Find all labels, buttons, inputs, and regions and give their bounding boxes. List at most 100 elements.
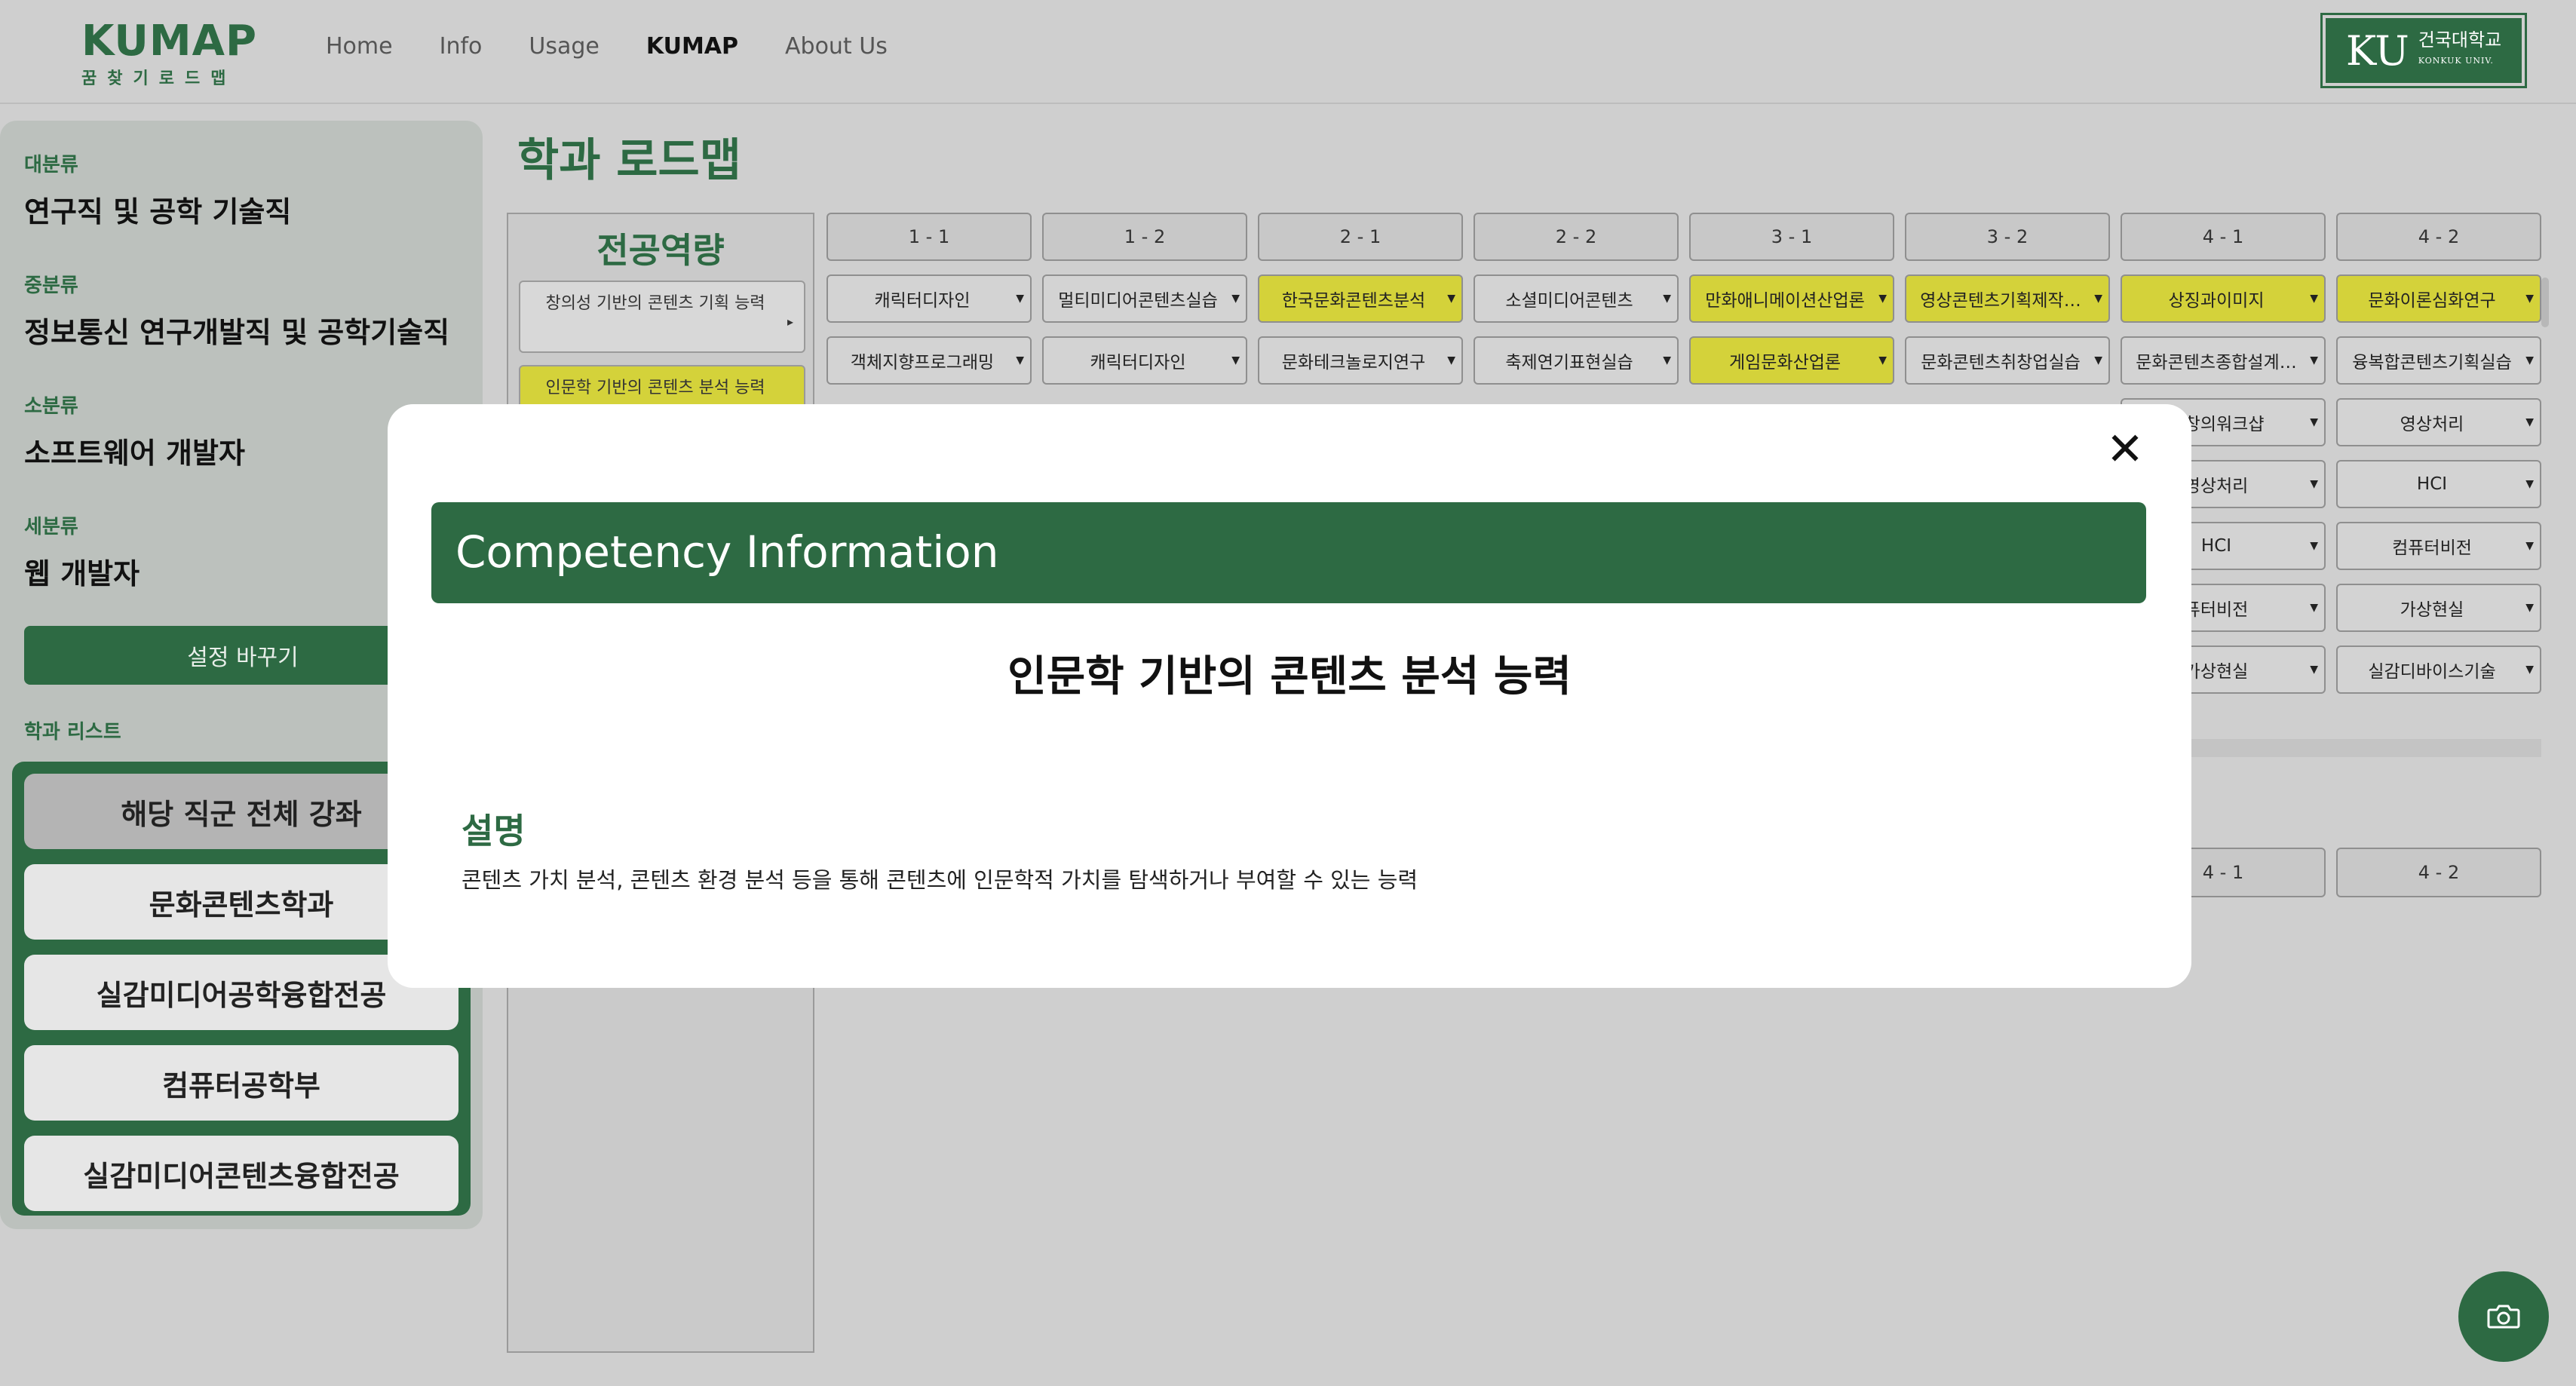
course-dropdown[interactable]: 실감디바이스기술 ▼ (2336, 645, 2541, 694)
caret-down-icon: ▼ (2310, 664, 2318, 676)
caret-down-icon: ▼ (2525, 354, 2534, 366)
top-header: KUMAP 꿈찾기로드맵 Home Info Usage KUMAP About… (0, 0, 2576, 104)
kumap-logo[interactable]: KUMAP (81, 17, 257, 66)
course-dropdown[interactable]: 게임문화산업론 ▼ (1689, 336, 1894, 385)
course-dropdown[interactable]: 캐릭터디자인 ▼ (1042, 336, 1247, 385)
caret-down-icon: ▼ (2094, 354, 2102, 366)
konkuk-university-logo[interactable]: KU 건국대학교 KONKUK UNIV. (2320, 13, 2527, 88)
course-name: 상징과이미지 (2168, 291, 2265, 311)
course-name: 영상처리 (2184, 477, 2249, 496)
course-dropdown[interactable]: 융복합콘텐츠기획실습 ▼ (2336, 336, 2541, 385)
course-name: 실감디바이스기술 (2368, 662, 2496, 682)
course-name: 만화애니메이션산업론 (1705, 291, 1865, 311)
course-name: 객체지향프로그래밍 (850, 353, 995, 373)
caret-down-icon: ▼ (1447, 293, 1455, 305)
caret-down-icon: ▼ (2310, 416, 2318, 428)
description-text: 콘텐츠 가치 분석, 콘텐츠 환경 분석 등을 통해 콘텐츠에 인문학적 가치를… (462, 867, 1418, 893)
nav-about-us[interactable]: About Us (785, 33, 888, 60)
course-dropdown[interactable]: 객체지향프로그래밍 ▼ (826, 336, 1032, 385)
semester-header: 1 - 2 (1042, 213, 1247, 261)
page-title: 학과 로드맵 (517, 134, 741, 187)
dept-computer-science[interactable]: 컴퓨터공학부 (24, 1045, 458, 1121)
middle-category-value: 정보통신 연구개발직 및 공학기술직 (24, 316, 450, 349)
semester-header: 2 - 1 (1258, 213, 1463, 261)
course-name: 캐릭터디자인 (874, 291, 971, 311)
caret-down-icon: ▼ (2310, 293, 2318, 305)
course-dropdown[interactable]: 캐릭터디자인 ▼ (826, 274, 1032, 323)
caret-down-icon: ▼ (2310, 354, 2318, 366)
minor-category-label: 소분류 (24, 395, 78, 418)
competency-header: 전공역량 (596, 230, 725, 271)
nav-usage[interactable]: Usage (529, 33, 599, 60)
competency-title: 인문학 기반의 콘텐츠 분석 능력 (1007, 652, 1572, 701)
course-dropdown[interactable]: 한국문화콘텐츠분석 ▼ (1258, 274, 1463, 323)
course-dropdown[interactable]: 영상콘텐츠기획제작… ▼ (1905, 274, 2110, 323)
modal-header-bar: Competency Information (431, 502, 2146, 603)
major-category-label: 대분류 (24, 154, 78, 176)
caret-down-icon: ▼ (2525, 540, 2534, 552)
course-name: 게임문화산업론 (1728, 353, 1842, 373)
course-dropdown[interactable]: 문화콘텐츠종합설계… ▼ (2121, 336, 2326, 385)
dept-immersive-media-contents[interactable]: 실감미디어콘텐츠융합전공 (24, 1136, 458, 1211)
competency-item[interactable]: 창의성 기반의 콘텐츠 기획 능력 ▸ (519, 281, 805, 353)
course-name: 문화테크놀로지연구 (1281, 353, 1426, 373)
course-dropdown[interactable]: 축제연기표현실습 ▼ (1474, 336, 1679, 385)
caret-down-icon: ▼ (1878, 354, 1887, 366)
course-name: 문화콘텐츠취창업실습 (1921, 353, 2081, 373)
semester-header: 4 - 2 (2336, 213, 2541, 261)
caret-down-icon: ▼ (2310, 602, 2318, 614)
course-dropdown[interactable]: 가상현실 ▼ (2336, 584, 2541, 632)
middle-category-label: 중분류 (24, 274, 78, 297)
course-dropdown[interactable]: 상징과이미지 ▼ (2121, 274, 2326, 323)
course-name: 가상현실 (2400, 600, 2464, 620)
course-name: HCI (2200, 536, 2232, 556)
semester-header: 2 - 2 (1474, 213, 1679, 261)
university-name-ko: 건국대학교 (2418, 29, 2502, 51)
semester-header: 3 - 1 (1689, 213, 1894, 261)
caret-down-icon: ▼ (1016, 293, 1024, 305)
caret-down-icon: ▼ (2525, 416, 2534, 428)
caret-down-icon: ▼ (2310, 478, 2318, 490)
close-icon[interactable]: ✕ (2104, 427, 2146, 472)
caret-down-icon: ▼ (1663, 354, 1671, 366)
caret-down-icon: ▼ (1231, 354, 1240, 366)
course-name: 영상처리 (2400, 415, 2464, 434)
caret-right-icon: ▸ (787, 314, 793, 329)
camera-icon (2487, 1305, 2520, 1329)
caret-down-icon: ▼ (2525, 664, 2534, 676)
caret-down-icon: ▼ (1663, 293, 1671, 305)
course-name: 축제연기표현실습 (1505, 353, 1633, 373)
semester-header: 4 - 2 (2336, 848, 2541, 897)
course-name: 소셜미디어콘텐츠 (1505, 291, 1633, 311)
vertical-scrollbar[interactable] (2541, 278, 2549, 327)
main-nav: Home Info Usage KUMAP About Us (326, 33, 934, 60)
screenshot-button[interactable] (2458, 1271, 2549, 1362)
nav-kumap[interactable]: KUMAP (646, 33, 738, 60)
caret-down-icon: ▼ (1016, 354, 1024, 366)
course-name: 영상콘텐츠기획제작… (1920, 291, 2081, 311)
university-name-en: KONKUK UNIV. (2418, 56, 2494, 66)
course-dropdown[interactable]: 컴퓨터비전 ▼ (2336, 522, 2541, 570)
competency-label: 인문학 기반의 콘텐츠 분석 능력 (545, 379, 765, 397)
course-dropdown[interactable]: 문화이론심화연구 ▼ (2336, 274, 2541, 323)
course-dropdown[interactable]: 문화콘텐츠취창업실습 ▼ (1905, 336, 2110, 385)
caret-down-icon: ▼ (2525, 478, 2534, 490)
nav-info[interactable]: Info (440, 33, 483, 60)
semester-header: 1 - 1 (826, 213, 1032, 261)
course-name: 퓨터비전 (2184, 600, 2249, 620)
caret-down-icon: ▼ (1231, 293, 1240, 305)
course-name: HCI (2416, 474, 2448, 494)
major-category-value: 연구직 및 공학 기술직 (24, 195, 292, 228)
course-dropdown[interactable]: 문화테크놀로지연구 ▼ (1258, 336, 1463, 385)
course-name: 가상현실 (2184, 662, 2249, 682)
course-dropdown[interactable]: 영상처리 ▼ (2336, 398, 2541, 446)
course-dropdown[interactable]: HCI ▼ (2336, 460, 2541, 508)
caret-down-icon: ▼ (2310, 540, 2318, 552)
course-name: 캐릭터디자인 (1090, 353, 1186, 373)
nav-home[interactable]: Home (326, 33, 393, 60)
course-dropdown[interactable]: 만화애니메이션산업론 ▼ (1689, 274, 1894, 323)
course-dropdown[interactable]: 소셜미디어콘텐츠 ▼ (1474, 274, 1679, 323)
caret-down-icon: ▼ (2525, 602, 2534, 614)
caret-down-icon: ▼ (2525, 293, 2534, 305)
course-dropdown[interactable]: 멀티미디어콘텐츠실습 ▼ (1042, 274, 1247, 323)
